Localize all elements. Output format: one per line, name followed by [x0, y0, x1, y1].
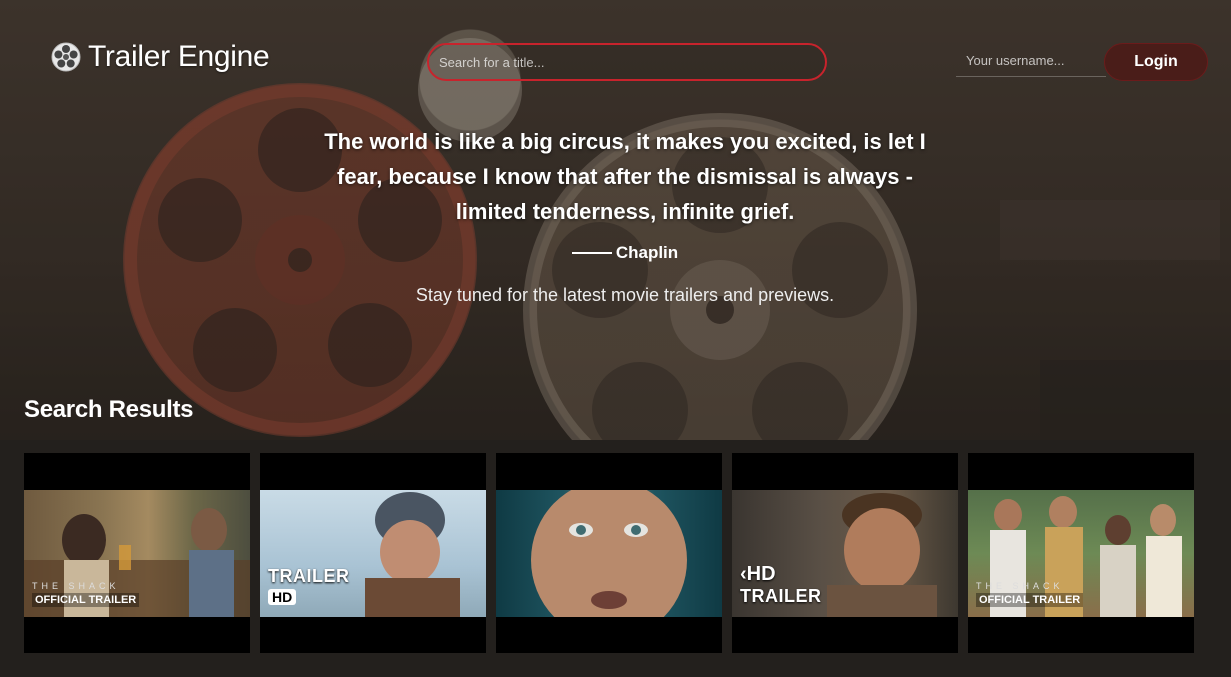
quote-author-name: Chaplin: [615, 243, 679, 262]
video-thumbnail: THE SHACK OFFICIAL TRAILER: [24, 490, 250, 617]
thumbnail-title-text: THE SHACK: [32, 581, 120, 591]
search-results-title: Search Results: [24, 396, 194, 423]
app-title: Trailer Engine: [88, 40, 270, 73]
thumbnail-subtitle-text: TRAILER: [740, 586, 822, 606]
search-input[interactable]: [427, 43, 827, 81]
tagline: Stay tuned for the latest movie trailers…: [415, 285, 835, 305]
thumbnail-caption: TRAILER HD: [268, 566, 350, 607]
author-dash: [571, 252, 612, 254]
result-card[interactable]: [496, 453, 722, 653]
thumbnail-subtitle-text: OFFICIAL TRAILER: [976, 593, 1084, 607]
username-field[interactable]: [956, 45, 1106, 77]
film-reel-icon: [50, 41, 82, 73]
quote-author: Chaplin: [320, 243, 930, 263]
video-thumbnail: TRAILER HD: [260, 490, 486, 617]
thumbnail-caption: THE SHACK OFFICIAL TRAILER: [976, 581, 1084, 607]
top-bar: Trailer Engine Login: [0, 0, 1231, 120]
thumbnail-caption: ‹HD TRAILER: [740, 563, 822, 607]
chevron-left-icon: ‹: [740, 563, 747, 585]
search-results-list: THE SHACK OFFICIAL TRAILER TRAILER HD ‹H…: [24, 453, 1194, 653]
hd-label: HD: [746, 563, 776, 585]
video-thumbnail: [496, 490, 722, 617]
thumbnail-title-text: ‹HD: [740, 563, 822, 586]
thumbnail-title-text: THE SHACK: [976, 581, 1064, 591]
video-thumbnail: THE SHACK OFFICIAL TRAILER: [968, 490, 1194, 617]
result-card[interactable]: THE SHACK OFFICIAL TRAILER: [968, 453, 1194, 653]
thumbnail-caption: THE SHACK OFFICIAL TRAILER: [32, 581, 140, 607]
video-thumbnail: ‹HD TRAILER: [732, 490, 958, 617]
thumbnail-title-text: TRAILER: [268, 566, 350, 586]
result-card[interactable]: ‹HD TRAILER: [732, 453, 958, 653]
thumbnail-subtitle-text: OFFICIAL TRAILER: [32, 593, 140, 607]
result-card[interactable]: THE SHACK OFFICIAL TRAILER: [24, 453, 250, 653]
brand-logo[interactable]: Trailer Engine: [50, 40, 270, 74]
hero-quote: The world is like a big circus, it makes…: [320, 124, 930, 306]
hd-badge: HD: [268, 589, 297, 605]
login-button[interactable]: Login: [1104, 43, 1208, 81]
quote-text: The world is like a big circus, it makes…: [324, 129, 926, 224]
result-card[interactable]: TRAILER HD: [260, 453, 486, 653]
